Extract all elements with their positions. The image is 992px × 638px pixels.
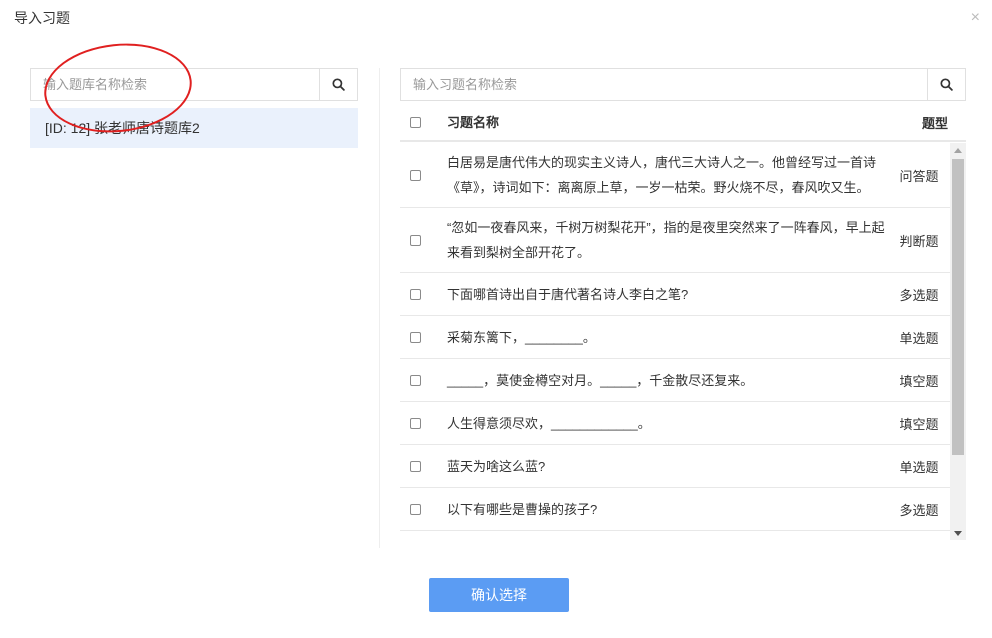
scroll-up-arrow[interactable] xyxy=(950,143,966,157)
column-header-type: 题型 xyxy=(921,115,948,131)
row-checkbox[interactable] xyxy=(409,234,421,246)
table-row[interactable]: _____，莫使金樽空对月。_____，千金散尽还复来。 填空题 xyxy=(400,359,950,402)
dialog-title: 导入习题 xyxy=(14,10,70,26)
table-row[interactable]: 下面哪首诗出自于唐代著名诗人李白之笔? 多选题 xyxy=(400,273,950,316)
exercise-name: 人生得意须尽欢，____________。 xyxy=(447,415,651,431)
exercise-name: “忽如一夜春风来，千树万树梨花开”，指的是夜里突然来了一阵春风，早上起来看到梨树… xyxy=(447,220,885,260)
exercise-type: 判断题 xyxy=(899,233,939,249)
exercise-search-input[interactable] xyxy=(401,69,927,100)
table-row[interactable]: 蓝天为啥这么蓝? 单选题 xyxy=(400,445,950,488)
exercise-table-body: 白居易是唐代伟大的现实主义诗人，唐代三大诗人之一。他曾经写过一首诗《草》，诗词如… xyxy=(400,143,966,540)
exercise-type: 填空题 xyxy=(899,373,939,389)
table-header: 习题名称 题型 xyxy=(400,104,966,142)
exercise-name: 白居易是唐代伟大的现实主义诗人，唐代三大诗人之一。他曾经写过一首诗《草》，诗词如… xyxy=(447,155,877,195)
bank-search-button[interactable] xyxy=(319,69,357,100)
table-row[interactable]: 白居易是唐代伟大的现实主义诗人，唐代三大诗人之一。他曾经写过一首诗《草》，诗词如… xyxy=(400,143,950,208)
arrow-down-icon xyxy=(954,530,962,536)
exercise-type: 多选题 xyxy=(899,502,939,518)
bank-search-input[interactable] xyxy=(31,69,319,100)
exercise-search-button[interactable] xyxy=(927,69,965,100)
table-row[interactable]: “忽如一夜春风来，千树万树梨花开”，指的是夜里突然来了一阵春风，早上起来看到梨树… xyxy=(400,208,950,273)
confirm-selection-button[interactable]: 确认选择 xyxy=(429,578,569,612)
exercise-name: 以下有哪些是曹操的孩子? xyxy=(447,501,598,517)
select-all-checkbox[interactable] xyxy=(409,116,421,128)
table-row[interactable]: 采菊东篱下，________。 单选题 xyxy=(400,316,950,359)
scrollbar-thumb[interactable] xyxy=(952,159,964,455)
table-row[interactable]: 以下有哪些是曹操的孩子? 多选题 xyxy=(400,488,950,531)
exercise-type: 单选题 xyxy=(899,459,939,475)
row-checkbox[interactable] xyxy=(409,288,421,300)
exercise-type: 多选题 xyxy=(899,287,939,303)
row-checkbox[interactable] xyxy=(409,169,421,181)
close-icon[interactable]: × xyxy=(971,10,980,26)
exercise-name: 采菊东篱下，________。 xyxy=(447,329,596,345)
bank-list-item[interactable]: [ID: 12] 张老师唐诗题库2 xyxy=(30,108,358,148)
exercise-name: _____，莫使金樽空对月。_____，千金散尽还复来。 xyxy=(447,372,754,388)
row-checkbox[interactable] xyxy=(409,417,421,429)
row-checkbox[interactable] xyxy=(409,503,421,515)
exercise-type: 单选题 xyxy=(899,330,939,346)
exercise-type: 填空题 xyxy=(899,416,939,432)
panel-divider xyxy=(379,68,380,548)
bank-search-box xyxy=(30,68,358,101)
search-icon xyxy=(332,78,345,91)
exercise-type: 问答题 xyxy=(899,168,939,184)
arrow-up-icon xyxy=(954,147,962,153)
exercise-name: 蓝天为啥这么蓝? xyxy=(447,458,546,474)
search-icon xyxy=(940,78,953,91)
exercise-name: 下面哪首诗出自于唐代著名诗人李白之笔? xyxy=(447,286,689,302)
table-scrollbar[interactable] xyxy=(950,143,966,540)
row-checkbox[interactable] xyxy=(409,460,421,472)
scroll-down-arrow[interactable] xyxy=(950,526,966,540)
exercise-search-box xyxy=(400,68,966,101)
table-row[interactable]: 人生得意须尽欢，____________。 填空题 xyxy=(400,402,950,445)
row-checkbox[interactable] xyxy=(409,331,421,343)
column-header-name: 习题名称 xyxy=(447,114,500,130)
row-checkbox[interactable] xyxy=(409,374,421,386)
